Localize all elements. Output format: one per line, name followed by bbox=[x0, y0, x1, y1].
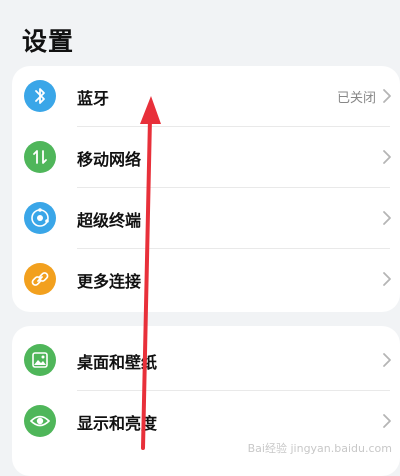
eye-icon bbox=[24, 405, 56, 437]
mobile-data-icon bbox=[24, 141, 56, 173]
chevron-right-icon bbox=[383, 414, 391, 428]
settings-item-more-connections[interactable]: 更多连接 bbox=[12, 249, 400, 310]
settings-item-label: 蓝牙 bbox=[77, 89, 110, 108]
settings-item-label: 显示和亮度 bbox=[77, 414, 158, 433]
page-title: 设置 bbox=[22, 27, 75, 56]
chevron-right-icon bbox=[383, 211, 391, 225]
settings-item-label: 超级终端 bbox=[77, 211, 142, 230]
settings-item-label: 更多连接 bbox=[77, 272, 142, 291]
settings-item-bluetooth[interactable]: 蓝牙 已关闭 bbox=[12, 66, 400, 127]
chevron-right-icon bbox=[383, 150, 391, 164]
chevron-right-icon bbox=[383, 272, 391, 286]
chevron-right-icon bbox=[383, 353, 391, 367]
settings-item-mobile-network[interactable]: 移动网络 bbox=[12, 127, 400, 188]
settings-item-super-device[interactable]: 超级终端 bbox=[12, 188, 400, 249]
bluetooth-icon bbox=[24, 80, 56, 112]
connectivity-settings-card: 蓝牙 已关闭 移动网络 超级终端 更多连接 bbox=[12, 66, 400, 312]
bluetooth-status-value: 已关闭 bbox=[336, 91, 376, 106]
wallpaper-icon bbox=[24, 344, 56, 376]
settings-item-wallpaper[interactable]: 桌面和壁纸 bbox=[12, 330, 400, 391]
settings-item-label: 桌面和壁纸 bbox=[77, 353, 158, 372]
chevron-right-icon bbox=[383, 89, 391, 103]
super-device-icon bbox=[24, 202, 56, 234]
watermark: Bai经验 jingyan.baidu.com bbox=[247, 442, 392, 455]
link-icon bbox=[24, 263, 56, 295]
settings-item-label: 移动网络 bbox=[77, 150, 142, 169]
